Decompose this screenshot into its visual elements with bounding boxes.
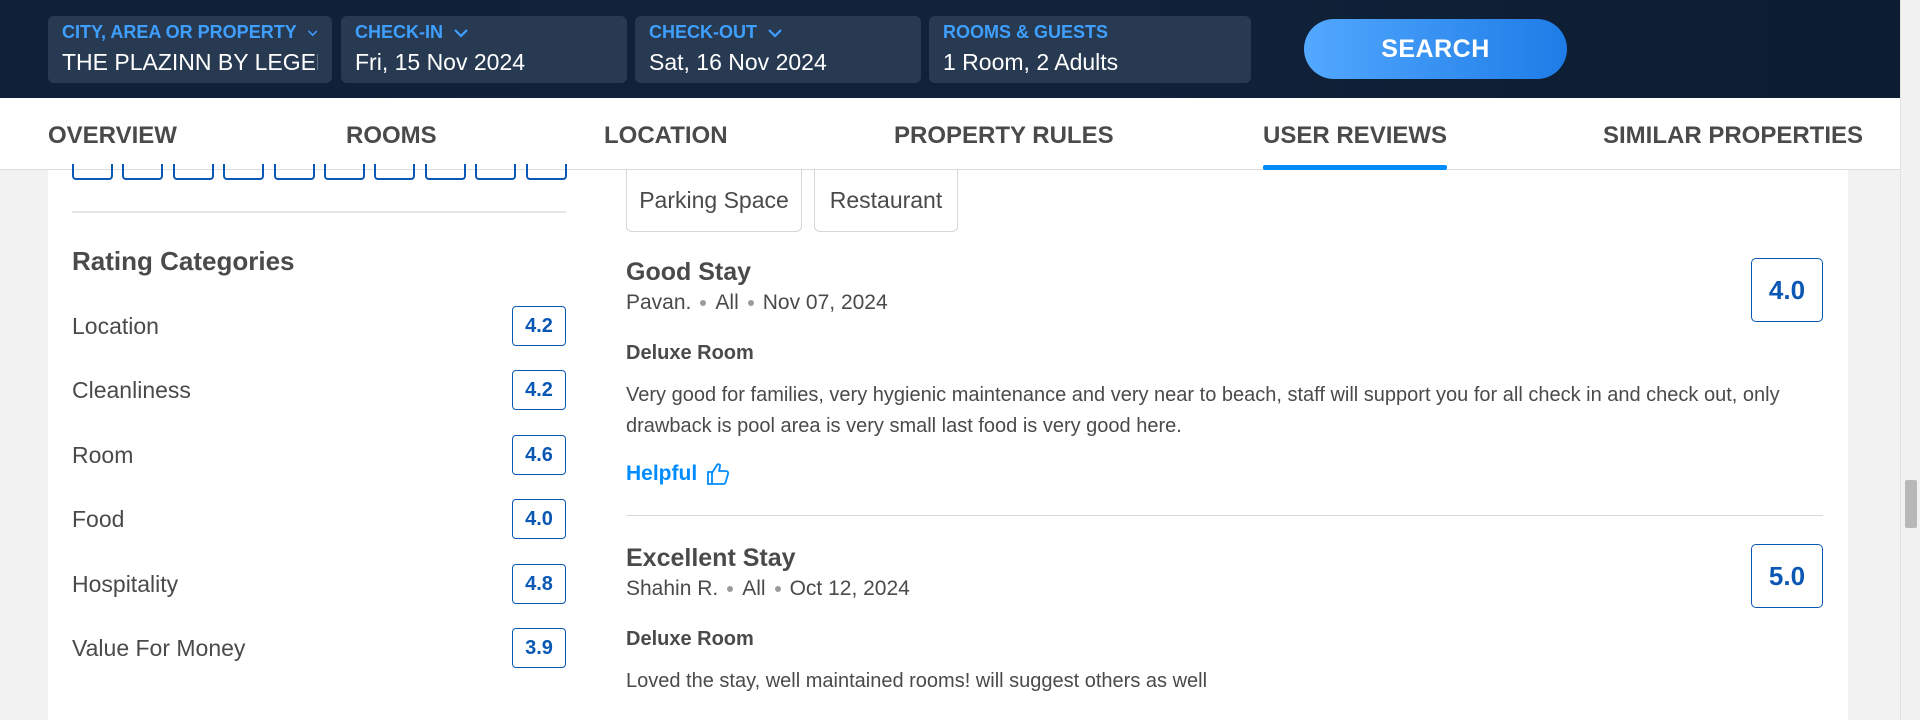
search-button[interactable]: SEARCH	[1304, 19, 1567, 79]
review-author: Pavan.	[626, 291, 692, 314]
histogram-bar	[425, 164, 466, 180]
review-text: Loved the stay, well maintained rooms! w…	[626, 670, 1208, 692]
thumbs-up-icon	[707, 463, 730, 485]
city-label: CITY, AREA OR PROPERTY	[62, 22, 297, 42]
review-date: Nov 07, 2024	[762, 291, 888, 314]
chevron-down-icon	[454, 28, 468, 38]
rating-category-label: Room	[72, 441, 134, 468]
rooms-guests-label-row: ROOMS & GUESTS	[943, 22, 1237, 43]
histogram-bar	[72, 164, 113, 180]
tab-location[interactable]: LOCATION	[604, 98, 728, 170]
histogram-bar	[122, 164, 163, 180]
rating-category-value-for-money: Value For Money 3.9	[72, 628, 566, 668]
page-scrollbar[interactable]	[1900, 0, 1920, 720]
review-title: Good Stay	[626, 258, 752, 286]
checkout-value: Sat, 16 Nov 2024	[649, 49, 827, 75]
rooms-guests-field[interactable]: ROOMS & GUESTS 1 Room, 2 Adults	[929, 16, 1251, 83]
rating-category-room: Room 4.6	[72, 435, 566, 475]
rating-category-label: Location	[72, 312, 159, 339]
separator-dot	[774, 586, 781, 592]
review-score: 4.0	[1751, 258, 1823, 322]
rating-category-label: Food	[72, 505, 125, 532]
rating-category-cleanliness: Cleanliness 4.2	[72, 370, 566, 410]
checkin-field[interactable]: CHECK-IN Fri, 15 Nov 2024	[341, 16, 627, 83]
chevron-down-icon	[768, 28, 782, 38]
separator-dot	[727, 586, 734, 592]
histogram-bar	[374, 164, 415, 180]
rating-category-score: 4.6	[512, 435, 566, 475]
review-date: Oct 12, 2024	[789, 577, 910, 600]
divider	[72, 211, 566, 213]
rating-category-hospitality: Hospitality 4.8	[72, 564, 566, 604]
city-field[interactable]: CITY, AREA OR PROPERTY THE PLAZINN BY LE…	[48, 16, 332, 83]
histogram-bar	[173, 164, 214, 180]
rooms-guests-value: 1 Room, 2 Adults	[943, 49, 1119, 75]
rating-category-score: 4.0	[512, 499, 566, 539]
checkout-label: CHECK-OUT	[649, 22, 757, 42]
separator-dot	[747, 300, 754, 306]
histogram-bar	[526, 164, 567, 180]
rating-category-score: 4.8	[512, 564, 566, 604]
review-card: Good Stay Pavan. All Nov 07, 2024 4.0 De…	[626, 258, 1823, 485]
review-meta: Shahin R. All Oct 12, 2024	[626, 577, 1823, 601]
rating-category-food: Food 4.0	[72, 499, 566, 539]
filter-tag-parking-space[interactable]: Parking Space	[626, 170, 802, 232]
review-card: Excellent Stay Shahin R. All Oct 12, 202…	[626, 544, 1823, 720]
checkin-value: Fri, 15 Nov 2024	[355, 49, 526, 75]
checkout-field[interactable]: CHECK-OUT Sat, 16 Nov 2024	[635, 16, 921, 83]
histogram-bar	[274, 164, 315, 180]
histogram-bar	[324, 164, 365, 180]
helpful-label: Helpful	[626, 462, 698, 485]
city-field-label-row: CITY, AREA OR PROPERTY	[62, 22, 318, 43]
rating-category-location: Location 4.2	[72, 306, 566, 346]
filter-tag-restaurant[interactable]: Restaurant	[814, 170, 958, 232]
checkin-label: CHECK-IN	[355, 22, 443, 42]
search-bar: CITY, AREA OR PROPERTY THE PLAZINN BY LE…	[0, 0, 1920, 98]
tab-similar-properties[interactable]: SIMILAR PROPERTIES	[1603, 98, 1863, 170]
rating-category-label: Value For Money	[72, 634, 246, 661]
tab-property-rules[interactable]: PROPERTY RULES	[894, 98, 1114, 170]
separator-dot	[700, 300, 707, 306]
review-meta: Pavan. All Nov 07, 2024	[626, 291, 1823, 315]
rating-panel: Rating Categories Location 4.2 Cleanline…	[48, 164, 614, 720]
review-room-type: Deluxe Room	[626, 628, 754, 650]
city-value: THE PLAZINN BY LEGEND	[62, 49, 318, 75]
review-traveller-type: All	[742, 577, 766, 600]
helpful-button[interactable]: Helpful	[626, 461, 731, 487]
checkout-field-label-row: CHECK-OUT	[649, 22, 907, 43]
rating-category-label: Hospitality	[72, 570, 179, 597]
checkin-field-label-row: CHECK-IN	[355, 22, 613, 43]
review-author: Shahin R.	[626, 577, 719, 600]
rating-categories-title: Rating Categories	[72, 246, 295, 276]
histogram-bar	[223, 164, 264, 180]
section-tabs: OVERVIEW ROOMS LOCATION PROPERTY RULES U…	[0, 98, 1900, 170]
review-room-type: Deluxe Room	[626, 342, 754, 364]
review-title: Excellent Stay	[626, 544, 796, 572]
reviews-panel: Parking Space Restaurant Good Stay Pavan…	[614, 170, 1848, 720]
review-text: Very good for families, very hygienic ma…	[626, 384, 1780, 437]
rating-category-score: 4.2	[512, 306, 566, 346]
histogram-bar	[475, 164, 516, 180]
tab-overview[interactable]: OVERVIEW	[48, 98, 177, 170]
review-divider	[626, 515, 1823, 516]
tab-user-reviews[interactable]: USER REVIEWS	[1263, 98, 1448, 170]
rating-category-label: Cleanliness	[72, 376, 191, 403]
chevron-down-icon	[307, 29, 318, 36]
rooms-guests-label: ROOMS & GUESTS	[943, 22, 1109, 42]
review-score: 5.0	[1751, 544, 1823, 608]
tab-rooms[interactable]: ROOMS	[346, 98, 437, 170]
scrollbar-thumb[interactable]	[1905, 480, 1917, 528]
rating-category-score: 4.2	[512, 370, 566, 410]
review-traveller-type: All	[715, 291, 739, 314]
rating-category-score: 3.9	[512, 628, 566, 668]
